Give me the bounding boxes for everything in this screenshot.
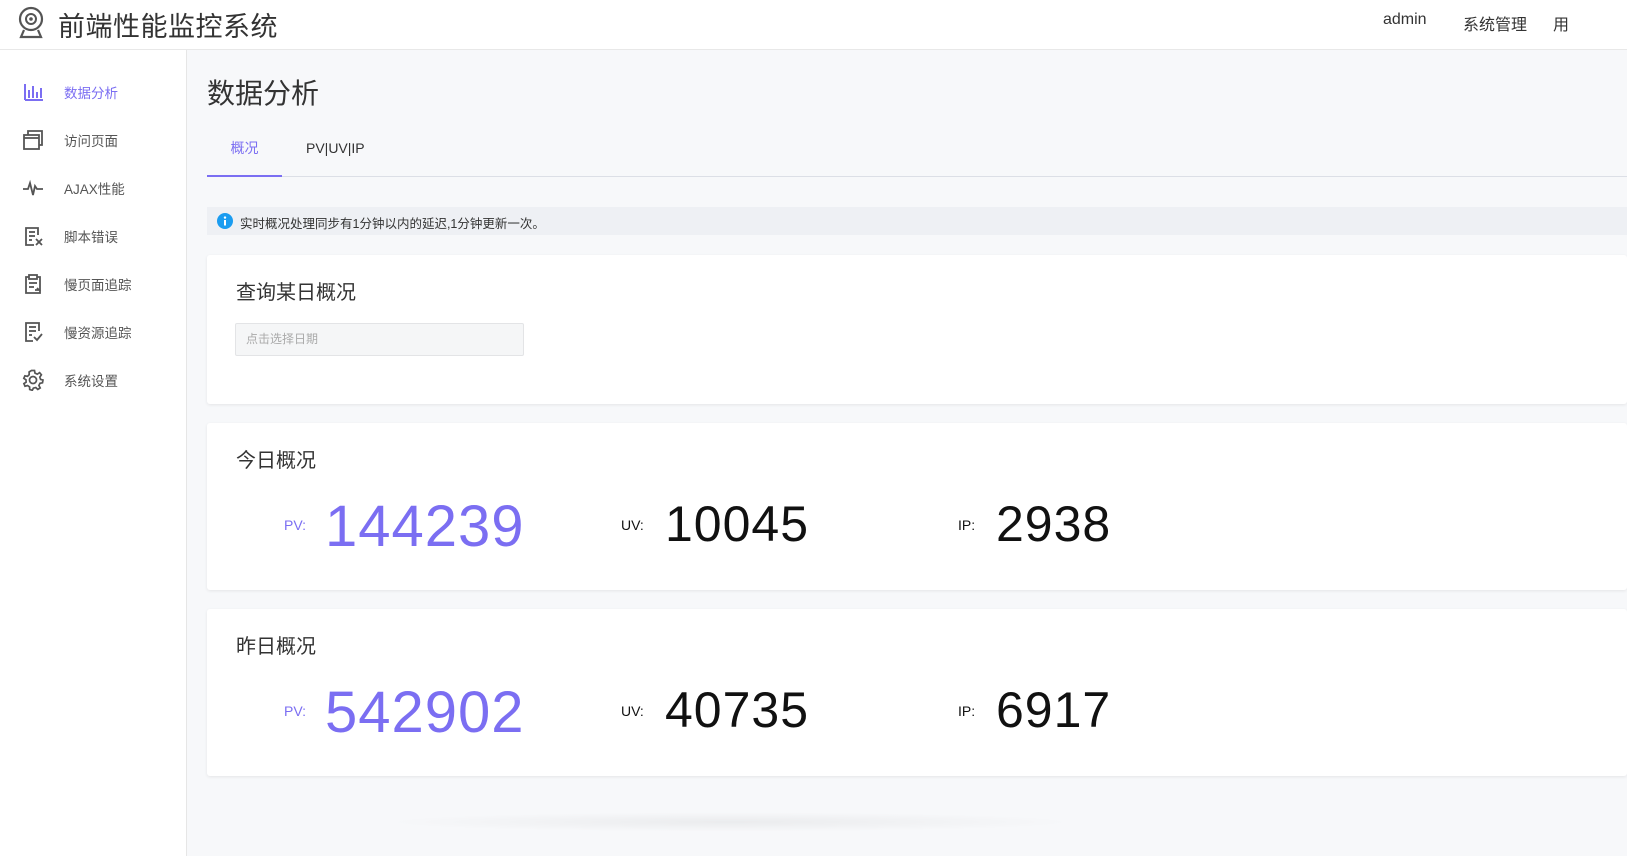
sidebar-item-slow-page-trace[interactable]: 慢页面追踪: [0, 264, 187, 304]
app-title: 前端性能监控系统: [58, 12, 278, 42]
today-overview-card: 今日概况 PV: 144239 UV: 10045 IP: 2938: [207, 423, 1627, 590]
webcam-logo-icon: [18, 6, 44, 39]
tab-pv-uv-ip[interactable]: PV|UV|IP: [306, 128, 365, 177]
pv-value: 144239: [325, 494, 525, 559]
clipboard-icon: [25, 274, 42, 294]
uv-label: UV:: [621, 517, 644, 533]
sidebar-item-label: 系统设置: [64, 374, 118, 389]
sidebar-item-visited-pages[interactable]: 访问页面: [0, 120, 187, 160]
sidebar-item-label: 访问页面: [64, 134, 118, 149]
footer-shadow: [380, 812, 1080, 832]
sidebar-item-data-analysis[interactable]: 数据分析: [0, 72, 187, 112]
sidebar-item-script-errors[interactable]: 脚本错误: [0, 216, 187, 256]
uv-label: UV:: [621, 703, 644, 719]
ip-value: 6917: [996, 682, 1112, 738]
system-management-link[interactable]: 系统管理: [1463, 11, 1527, 35]
ip-label: IP:: [958, 517, 976, 533]
yesterday-overview-card: 昨日概况 PV: 542902 UV: 40735 IP: 6917: [207, 609, 1627, 776]
page-title: 数据分析: [207, 78, 320, 109]
sidebar-item-label: 脚本错误: [64, 230, 118, 245]
sidebar-item-label: 慢页面追踪: [64, 278, 132, 293]
card-title: 今日概况: [236, 450, 316, 472]
windows-icon: [23, 130, 43, 150]
tab-bar: 概况 PV|UV|IP: [207, 128, 1627, 177]
error-doc-icon: [25, 227, 43, 246]
sidebar-item-label: 慢资源追踪: [64, 326, 132, 341]
truncated-nav-link[interactable]: 用: [1553, 11, 1569, 35]
pv-label: PV:: [284, 517, 307, 533]
bar-chart-icon: [24, 84, 43, 101]
sidebar-item-label: 数据分析: [64, 86, 118, 101]
card-title: 昨日概况: [236, 636, 316, 658]
sidebar-item-ajax-performance[interactable]: AJAX性能: [0, 168, 187, 208]
check-doc-icon: [25, 322, 43, 342]
info-notice: 实时概况处理同步有1分钟以内的延迟,1分钟更新一次。: [207, 207, 1627, 235]
sidebar-item-slow-resource-trace[interactable]: 慢资源追踪: [0, 312, 187, 352]
user-menu[interactable]: admin: [1383, 11, 1427, 29]
sidebar-item-label: AJAX性能: [64, 182, 125, 197]
ip-label: IP:: [958, 703, 976, 719]
sidebar-item-system-settings[interactable]: 系统设置: [0, 360, 187, 400]
gear-icon: [22, 369, 44, 391]
date-picker-input[interactable]: 点击选择日期: [235, 323, 524, 356]
sidebar: 数据分析 访问页面 AJAX性能 脚本错误 慢页面追踪 慢资源追踪 系统设置: [0, 50, 187, 856]
pulse-icon: [23, 179, 43, 196]
uv-value: 10045: [665, 496, 810, 552]
card-title: 查询某日概况: [236, 282, 356, 304]
info-icon: [217, 213, 233, 229]
tab-overview[interactable]: 概况: [207, 128, 282, 177]
query-day-card: 查询某日概况 点击选择日期: [207, 255, 1627, 404]
top-header: 前端性能监控系统 admin 系统管理 用: [0, 0, 1627, 50]
uv-value: 40735: [665, 682, 810, 738]
pv-label: PV:: [284, 703, 307, 719]
ip-value: 2938: [996, 496, 1112, 552]
pv-value: 542902: [325, 680, 525, 745]
notice-text: 实时概况处理同步有1分钟以内的延迟,1分钟更新一次。: [240, 217, 545, 231]
